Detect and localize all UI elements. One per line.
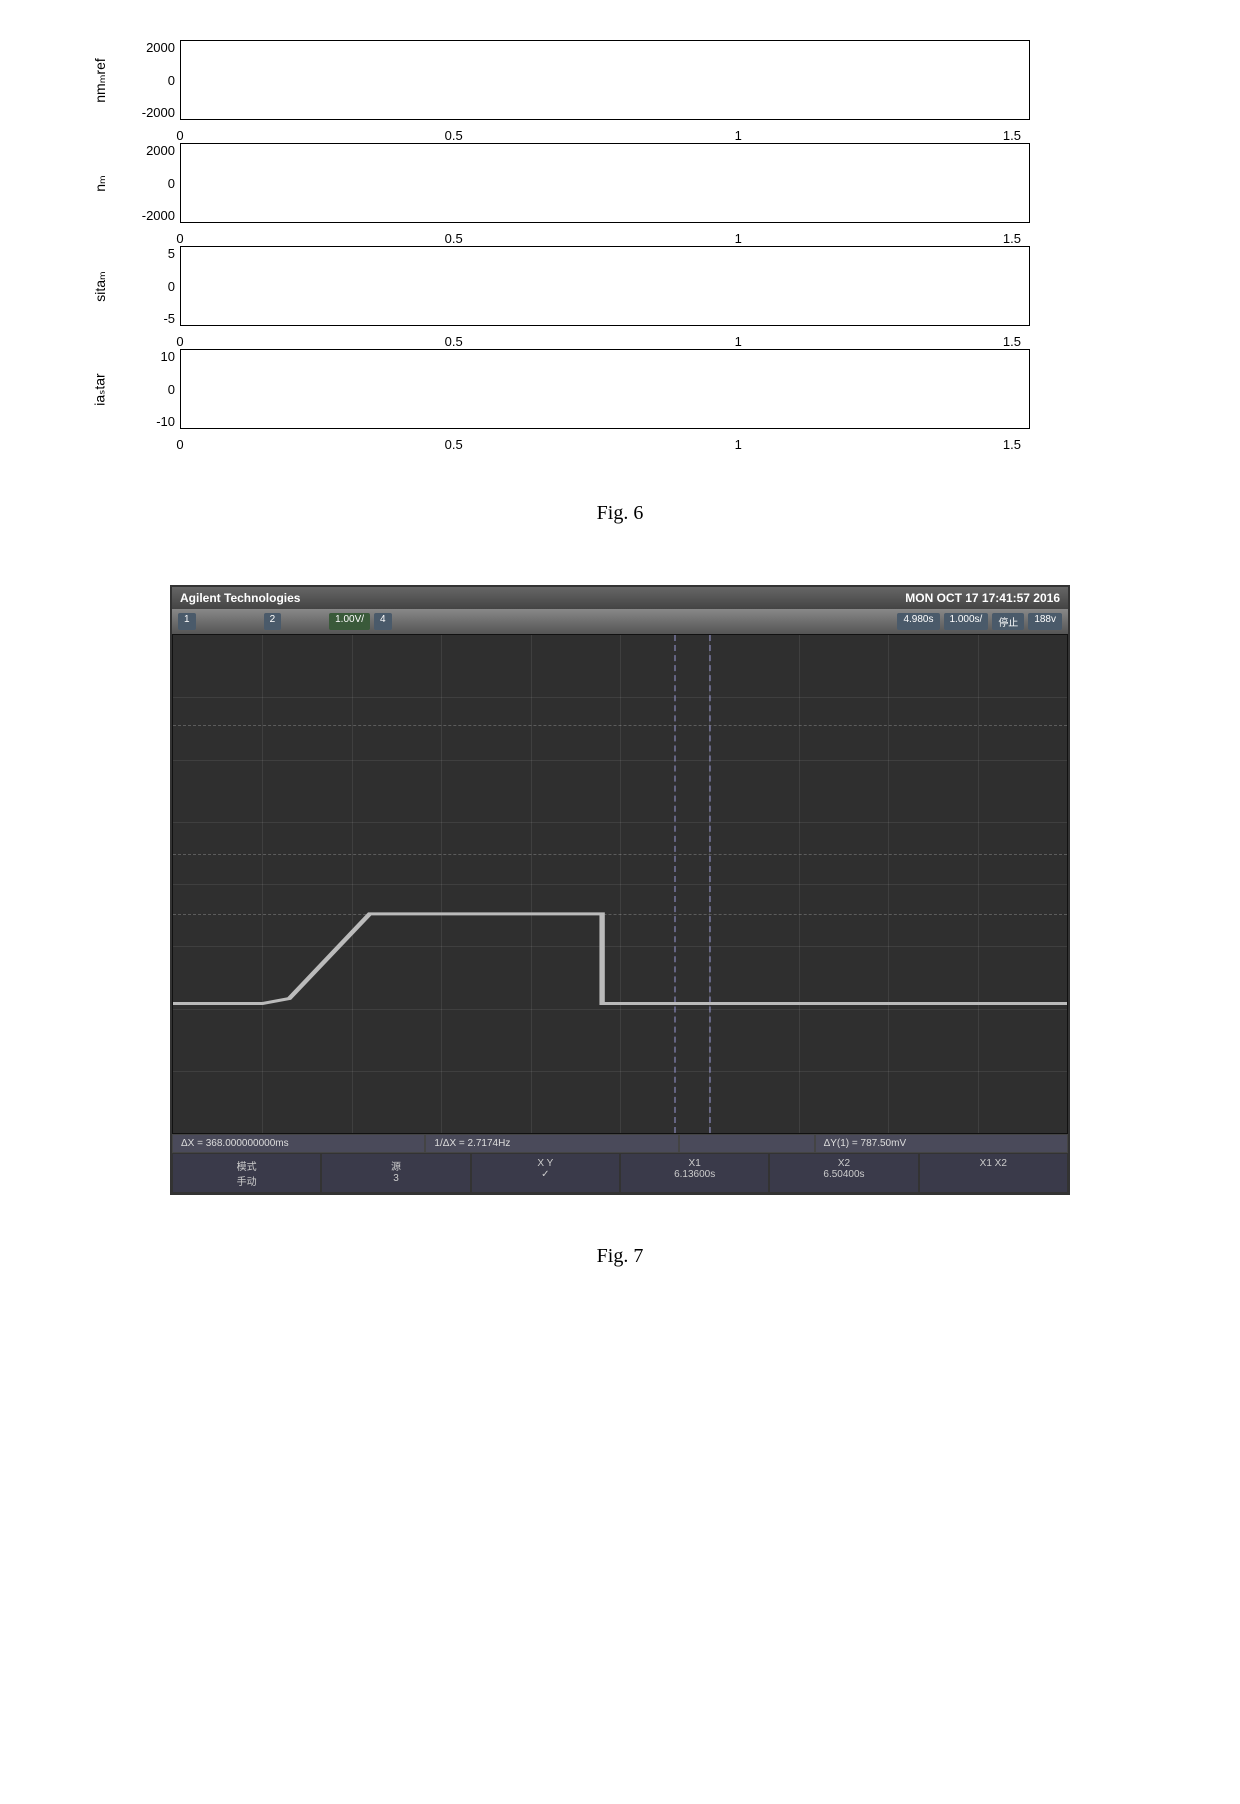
scope-brand: Agilent Technologies bbox=[180, 591, 300, 605]
scope-status: 停止 bbox=[992, 613, 1024, 630]
caption-fig6: Fig. 6 bbox=[20, 502, 1220, 525]
figure-6: nmₘref 2000 0 -2000 0 0.5 1 1.5 nₘ 2000 bbox=[20, 40, 1220, 525]
softkey-source[interactable]: 源 3 bbox=[321, 1153, 470, 1193]
time-pos: 4.980s bbox=[897, 613, 939, 630]
chart-iastar: iaₛtar 10 0 -10 bbox=[70, 349, 1070, 429]
ch4-indicator[interactable]: 4 bbox=[374, 613, 392, 630]
scope-screen[interactable] bbox=[172, 634, 1068, 1134]
meas-dx: ΔX = 368.000000000ms bbox=[172, 1134, 425, 1153]
meas-dy: ΔY(1) = 787.50mV bbox=[815, 1134, 1068, 1153]
softkey-xy[interactable]: X Y ✓ bbox=[471, 1153, 620, 1193]
scope-measurements: ΔX = 368.000000000ms 1/ΔX = 2.7174Hz ΔY(… bbox=[172, 1134, 1068, 1153]
scope-softkeys: 模式 手动 源 3 X Y ✓ X1 6.13600s X2 6.50400s … bbox=[172, 1153, 1068, 1193]
ylabel-sitam: sitaₘ bbox=[91, 271, 108, 302]
softkey-x2[interactable]: X2 6.50400s bbox=[769, 1153, 918, 1193]
oscilloscope: Agilent Technologies MON OCT 17 17:41:57… bbox=[170, 585, 1070, 1195]
softkey-mode[interactable]: 模式 手动 bbox=[172, 1153, 321, 1193]
meas-invdx: 1/ΔX = 2.7174Hz bbox=[425, 1134, 678, 1153]
softkey-x1[interactable]: X1 6.13600s bbox=[620, 1153, 769, 1193]
scope-toolbar: 1 2 1.00V/ 4 4.980s 1.000s/ 停止 188v bbox=[172, 609, 1068, 634]
ch1-indicator[interactable]: 1 bbox=[178, 613, 196, 630]
softkey-x1x2[interactable]: X1 X2 bbox=[919, 1153, 1068, 1193]
figure-7: Agilent Technologies MON OCT 17 17:41:57… bbox=[20, 585, 1220, 1268]
ch2-indicator[interactable]: 2 bbox=[264, 613, 282, 630]
time-div: 1.000s/ bbox=[944, 613, 989, 630]
scope-timestamp: MON OCT 17 17:41:57 2016 bbox=[905, 591, 1060, 605]
caption-fig7: Fig. 7 bbox=[20, 1245, 1220, 1268]
chart-sitam: sitaₘ 5 0 -5 bbox=[70, 246, 1070, 326]
trigger-level: 188v bbox=[1028, 613, 1062, 630]
ylabel-nmref: nmₘref bbox=[91, 58, 108, 103]
chart-nmref: nmₘref 2000 0 -2000 bbox=[70, 40, 1070, 120]
chart-nm: nₘ 2000 0 -2000 bbox=[70, 143, 1070, 223]
ylabel-iastar: iaₛtar bbox=[92, 373, 109, 405]
ylabel-nm: nₘ bbox=[91, 175, 108, 192]
volts-div[interactable]: 1.00V/ bbox=[329, 613, 370, 630]
